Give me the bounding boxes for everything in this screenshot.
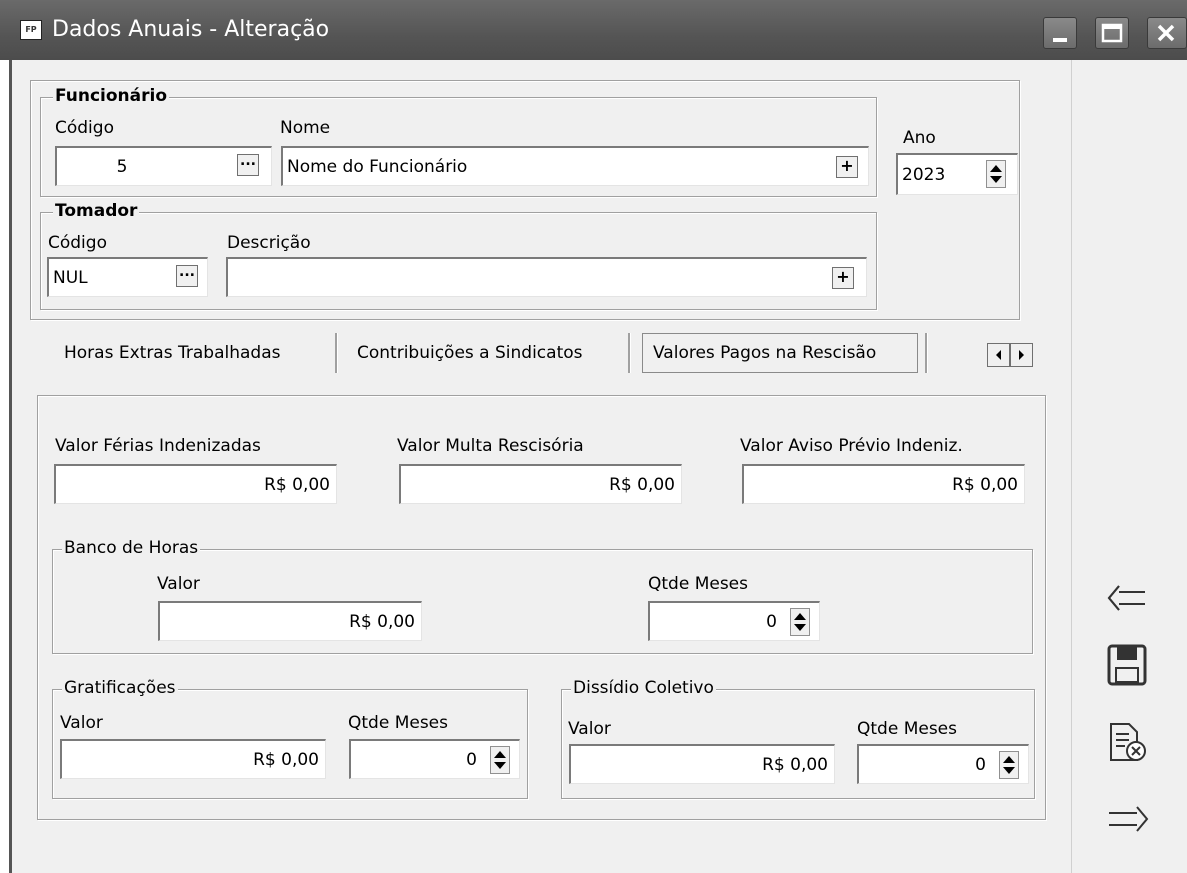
- minimize-button[interactable]: [1043, 17, 1077, 49]
- ferias-field[interactable]: R$ 0,00: [54, 464, 337, 504]
- left-border: [9, 60, 12, 873]
- spin-arrows-icon: [494, 751, 506, 769]
- ano-stepper-buttons[interactable]: [986, 160, 1006, 188]
- tab-separator: [925, 333, 928, 373]
- tomador-codigo-value: NUL: [53, 267, 88, 288]
- multa-field[interactable]: R$ 0,00: [399, 464, 682, 504]
- tab-separator: [628, 333, 631, 373]
- diss-meses-label: Qtde Meses: [857, 719, 957, 739]
- banco-horas-legend: Banco de Horas: [62, 538, 201, 558]
- multa-value: R$ 0,00: [609, 474, 675, 495]
- ano-value: 2023: [902, 164, 946, 185]
- banco-meses-value: 0: [766, 611, 777, 632]
- tomador-codigo-label: Código: [48, 233, 107, 253]
- chevron-left-icon: [996, 350, 1001, 360]
- diss-valor-value: R$ 0,00: [762, 754, 828, 775]
- banco-meses-label: Qtde Meses: [648, 574, 748, 594]
- spin-arrows-icon: [1003, 756, 1015, 774]
- ferias-value: R$ 0,00: [264, 474, 330, 495]
- save-icon[interactable]: [1101, 640, 1157, 690]
- tomador-add-button[interactable]: +: [832, 267, 854, 289]
- funcionario-codigo-label: Código: [55, 118, 114, 138]
- grat-meses-spinner[interactable]: 0: [349, 739, 520, 779]
- maximize-button[interactable]: [1095, 17, 1129, 49]
- grat-meses-stepper[interactable]: [490, 746, 510, 774]
- tab-scroll-left-button[interactable]: [987, 343, 1010, 367]
- aviso-field[interactable]: R$ 0,00: [742, 464, 1025, 504]
- diss-valor-label: Valor: [568, 719, 611, 739]
- forward-arrow-icon[interactable]: [1101, 796, 1157, 846]
- tomador-codigo-field[interactable]: NUL ...: [47, 257, 208, 297]
- tab-valores-rescisao-label: Valores Pagos na Rescisão: [653, 343, 877, 363]
- app-icon: FP: [20, 20, 42, 40]
- maximize-icon: [1101, 23, 1123, 43]
- back-arrow-icon[interactable]: [1101, 575, 1157, 625]
- dissidio-legend: Dissídio Coletivo: [571, 678, 716, 698]
- aviso-value: R$ 0,00: [952, 474, 1018, 495]
- chevron-right-icon: [1019, 350, 1024, 360]
- grat-meses-label: Qtde Meses: [348, 713, 448, 733]
- tab-separator: [335, 333, 338, 373]
- diss-meses-value: 0: [975, 754, 986, 775]
- funcionario-codigo-value: 5: [116, 156, 128, 177]
- title-bar: FP Dados Anuais - Alteração: [0, 0, 1187, 60]
- spin-arrows-icon: [794, 613, 806, 631]
- tab-valores-rescisao[interactable]: Valores Pagos na Rescisão: [642, 333, 918, 373]
- funcionario-nome-label: Nome: [280, 118, 331, 138]
- banco-valor-field[interactable]: R$ 0,00: [158, 601, 422, 641]
- close-icon: [1157, 24, 1175, 42]
- diss-valor-field[interactable]: R$ 0,00: [569, 744, 835, 784]
- grat-valor-value: R$ 0,00: [253, 749, 319, 770]
- funcionario-nome-field[interactable]: Nome do Funcionário +: [281, 146, 869, 186]
- banco-valor-value: R$ 0,00: [349, 611, 415, 632]
- ano-spinner[interactable]: 2023: [896, 153, 1018, 195]
- tab-scroll-buttons: [987, 343, 1033, 367]
- ferias-label: Valor Férias Indenizadas: [55, 436, 261, 456]
- banco-meses-stepper[interactable]: [790, 608, 810, 636]
- window-title: Dados Anuais - Alteração: [52, 17, 330, 42]
- banco-meses-spinner[interactable]: 0: [648, 601, 820, 641]
- tomador-descricao-label: Descrição: [227, 233, 311, 253]
- cancel-document-icon[interactable]: [1101, 718, 1157, 768]
- funcionario-nome-value: Nome do Funcionário: [287, 156, 468, 177]
- diss-meses-spinner[interactable]: 0: [857, 744, 1029, 784]
- grat-meses-value: 0: [466, 749, 477, 770]
- banco-valor-label: Valor: [157, 574, 200, 594]
- gratificacoes-legend: Gratificações: [62, 678, 178, 698]
- close-button[interactable]: [1147, 17, 1187, 49]
- funcionario-add-button[interactable]: +: [836, 156, 858, 178]
- minimize-icon: [1053, 38, 1067, 42]
- grat-valor-label: Valor: [60, 713, 103, 733]
- tomador-descricao-field[interactable]: +: [226, 257, 867, 297]
- funcionario-lookup-button[interactable]: ...: [237, 154, 259, 176]
- aviso-label: Valor Aviso Prévio Indeniz.: [740, 436, 963, 456]
- tab-horas-extras[interactable]: Horas Extras Trabalhadas: [64, 343, 280, 363]
- spin-arrows-icon: [990, 165, 1002, 183]
- ano-label: Ano: [903, 128, 936, 148]
- funcionario-codigo-field[interactable]: 5 ...: [55, 146, 272, 186]
- multa-label: Valor Multa Rescisória: [397, 436, 584, 456]
- funcionario-legend: Funcionário: [53, 86, 170, 106]
- diss-meses-stepper[interactable]: [999, 751, 1019, 779]
- grat-valor-field[interactable]: R$ 0,00: [60, 739, 326, 779]
- tab-scroll-right-button[interactable]: [1010, 343, 1033, 367]
- tab-contribuicoes[interactable]: Contribuições a Sindicatos: [357, 343, 583, 363]
- tomador-lookup-button[interactable]: ...: [176, 265, 198, 287]
- tomador-legend: Tomador: [53, 201, 140, 221]
